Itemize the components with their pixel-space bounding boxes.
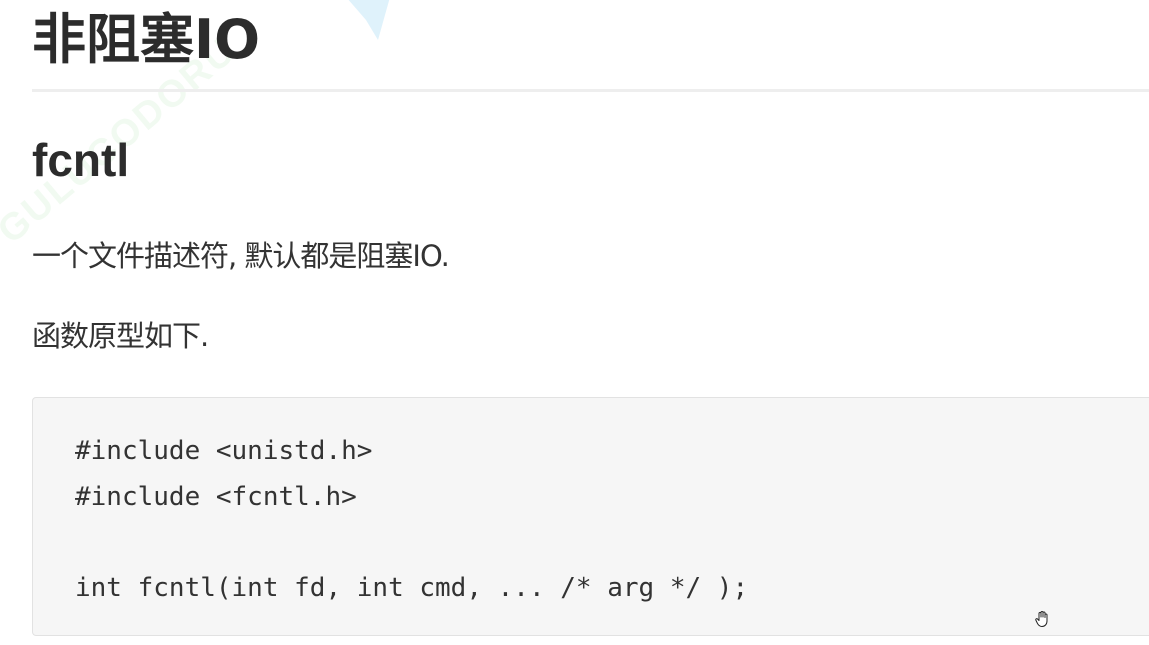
paragraph-prototype-intro: 函数原型如下.	[32, 319, 209, 353]
section-heading: fcntl	[32, 134, 130, 186]
document-page: GULUCODORU 非阻塞IO fcntl 一个文件描述符, 默认都是阻塞IO…	[0, 0, 1149, 645]
hand-cursor-icon	[1035, 611, 1048, 627]
paragraph-description: 一个文件描述符, 默认都是阻塞IO.	[32, 239, 450, 273]
title-divider	[32, 89, 1149, 92]
logo-mark-icon	[348, 0, 390, 40]
code-block: #include <unistd.h> #include <fcntl.h> i…	[32, 397, 1149, 636]
code-line-include-unistd: #include <unistd.h>	[75, 436, 373, 466]
code-line-fcntl-prototype: int fcntl(int fd, int cmd, ... /* arg */…	[75, 573, 749, 603]
code-line-include-fcntl: #include <fcntl.h>	[75, 482, 357, 512]
page-title: 非阻塞IO	[32, 8, 260, 71]
